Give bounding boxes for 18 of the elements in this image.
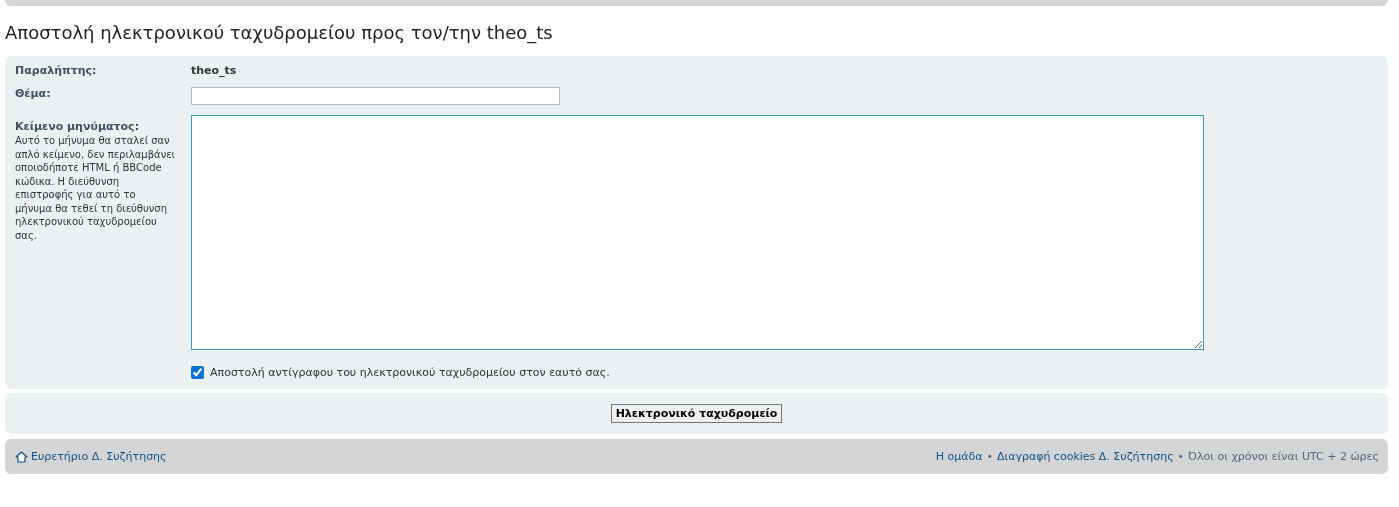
subject-label: Θέμα: xyxy=(15,87,52,100)
message-label: Κείμενο μηνύματος: xyxy=(15,120,140,133)
recipient-label: Παραλήπτης: xyxy=(15,64,98,77)
home-icon xyxy=(15,450,28,463)
board-index-link[interactable]: Ευρετήριο Δ. Συζήτησης xyxy=(31,450,167,463)
recipient-value: theo_ts xyxy=(191,64,238,77)
footer-link[interactable]: Η ομάδα xyxy=(935,450,983,463)
message-help-text: Αυτό το μήνυμα θα σταλεί σαν απλό κείμενο, δεν περιλαμβάνει οποιοδήποτε HTML ή BBCode κώδικα. Η διεύθυνση επιστροφής για αυτό το μήνυμα θα τεθεί τη διεύθυνση ηλεκτρονικού ταχυδρομείου σας. xyxy=(15,134,175,242)
send-email-button[interactable]: Ηλεκτρονικό ταχυδρομείο xyxy=(610,404,783,423)
timezone-text: Όλοι οι χρόνοι είναι UTC + 2 ώρες xyxy=(1188,450,1379,463)
bullet-separator: • xyxy=(986,450,993,463)
footer-link[interactable]: Διαγραφή cookies Δ. Συζήτησης xyxy=(996,450,1174,463)
message-field[interactable] xyxy=(191,115,1204,350)
copy-checkbox-label: Αποστολή αντίγραφου του ηλεκτρονικού ταχυδρομείου στον εαυτό σας. xyxy=(210,366,610,379)
page-title: Αποστολή ηλεκτρονικού ταχυδρομείου προς τον/την theo_ts xyxy=(5,22,553,44)
subject-field[interactable] xyxy=(191,87,560,105)
bullet-separator: • xyxy=(1177,450,1185,463)
copy-checkbox[interactable] xyxy=(191,366,204,379)
